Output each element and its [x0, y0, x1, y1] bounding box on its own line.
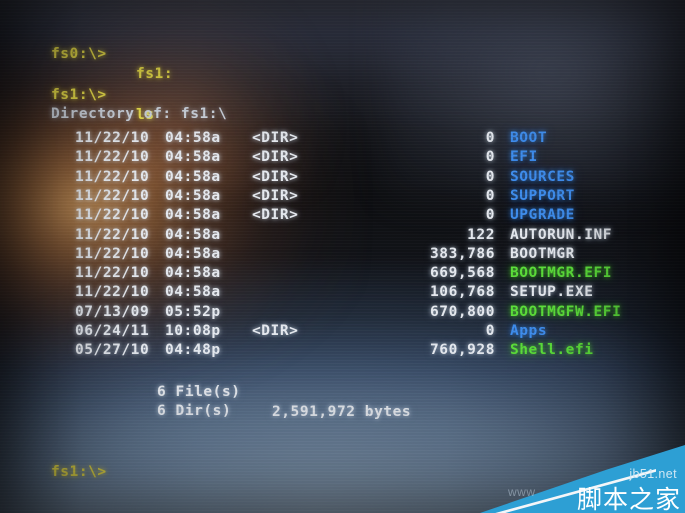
row-name[interactable]: BOOT: [510, 129, 547, 148]
row-name[interactable]: BOOTMGFW.EFI: [510, 303, 621, 322]
row-name[interactable]: SETUP.EXE: [510, 283, 594, 302]
summary-dirs-line: 6 Dir(s): [0, 383, 685, 419]
listing-row: 11/22/10 04:58a <DIR> 0 SOURCES: [0, 168, 685, 187]
row-size: 0: [485, 168, 495, 185]
shell-line-prompt-final[interactable]: fs1:\>: [0, 444, 685, 480]
listing-row: 11/22/10 04:58a 106,768 SETUP.EXE: [0, 283, 685, 302]
listing-row: 11/22/10 04:58a 383,786 BOOTMGR: [0, 245, 685, 264]
shell-line-command-1: fs0:\> fs1:: [0, 26, 685, 81]
row-size: 760,928: [430, 342, 495, 359]
listing-row: 07/13/09 05:52p 670,800 BOOTMGFW.EFI: [0, 303, 685, 322]
row-size: 670,800: [430, 303, 495, 320]
row-name[interactable]: SOURCES: [510, 168, 575, 187]
directory-header-label: Directory of: fs1:\: [51, 106, 228, 123]
directory-header-line: Directory of: fs1:\: [0, 86, 685, 122]
prompt-final: fs1:\>: [51, 464, 107, 481]
row-size: 106,768: [430, 284, 495, 301]
row-size: 383,786: [430, 245, 495, 262]
listing-row: 11/22/10 04:58a <DIR> 0 SUPPORT: [0, 187, 685, 206]
row-name[interactable]: AUTORUN.INF: [510, 226, 612, 245]
row-name[interactable]: SUPPORT: [510, 187, 575, 206]
prompt-fs0: fs0:\>: [51, 46, 107, 63]
row-size: 669,568: [430, 265, 495, 282]
row-name[interactable]: EFI: [510, 148, 538, 167]
listing-row: 06/24/11 10:08p <DIR> 0 Apps: [0, 322, 685, 341]
shell-line-command-2: fs1:\> ls: [0, 67, 685, 122]
row-size: 0: [485, 149, 495, 166]
listing-row: 05/27/10 04:48p 760,928 Shell.efi: [0, 341, 685, 360]
listing-row: 11/22/10 04:58a <DIR> 0 EFI: [0, 148, 685, 167]
row-size: 0: [485, 130, 495, 146]
row-name[interactable]: BOOTMGR: [510, 245, 575, 264]
row-size: 122: [467, 226, 495, 243]
summary-files-line: 6 File(s) 2,591,972 bytes: [0, 364, 685, 419]
listing-row: 11/22/10 04:58a <DIR> 0 BOOT: [0, 129, 685, 148]
listing-row: 11/22/10 04:58a 122 AUTORUN.INF: [0, 226, 685, 245]
uefi-shell-screen: fs0:\> fs1: fs1:\> ls Directory of: fs1:…: [0, 0, 685, 513]
row-size: 0: [485, 207, 495, 224]
row-name[interactable]: UPGRADE: [510, 206, 575, 225]
listing-row: 11/22/10 04:58a <DIR> 0 UPGRADE: [0, 206, 685, 225]
row-size: 0: [485, 323, 495, 339]
summary-file-bytes: 2,591,972 bytes: [272, 403, 412, 420]
listing-row: 11/22/10 04:58a 669,568 BOOTMGR.EFI: [0, 264, 685, 283]
row-size: 0: [485, 187, 495, 204]
row-name[interactable]: Apps: [510, 322, 547, 341]
row-name[interactable]: Shell.efi: [510, 341, 594, 360]
terminal-text-layer: fs0:\> fs1: fs1:\> ls Directory of: fs1:…: [0, 0, 685, 513]
summary-dir-count: 6 Dir(s): [157, 403, 232, 420]
row-name[interactable]: BOOTMGR.EFI: [510, 264, 612, 283]
